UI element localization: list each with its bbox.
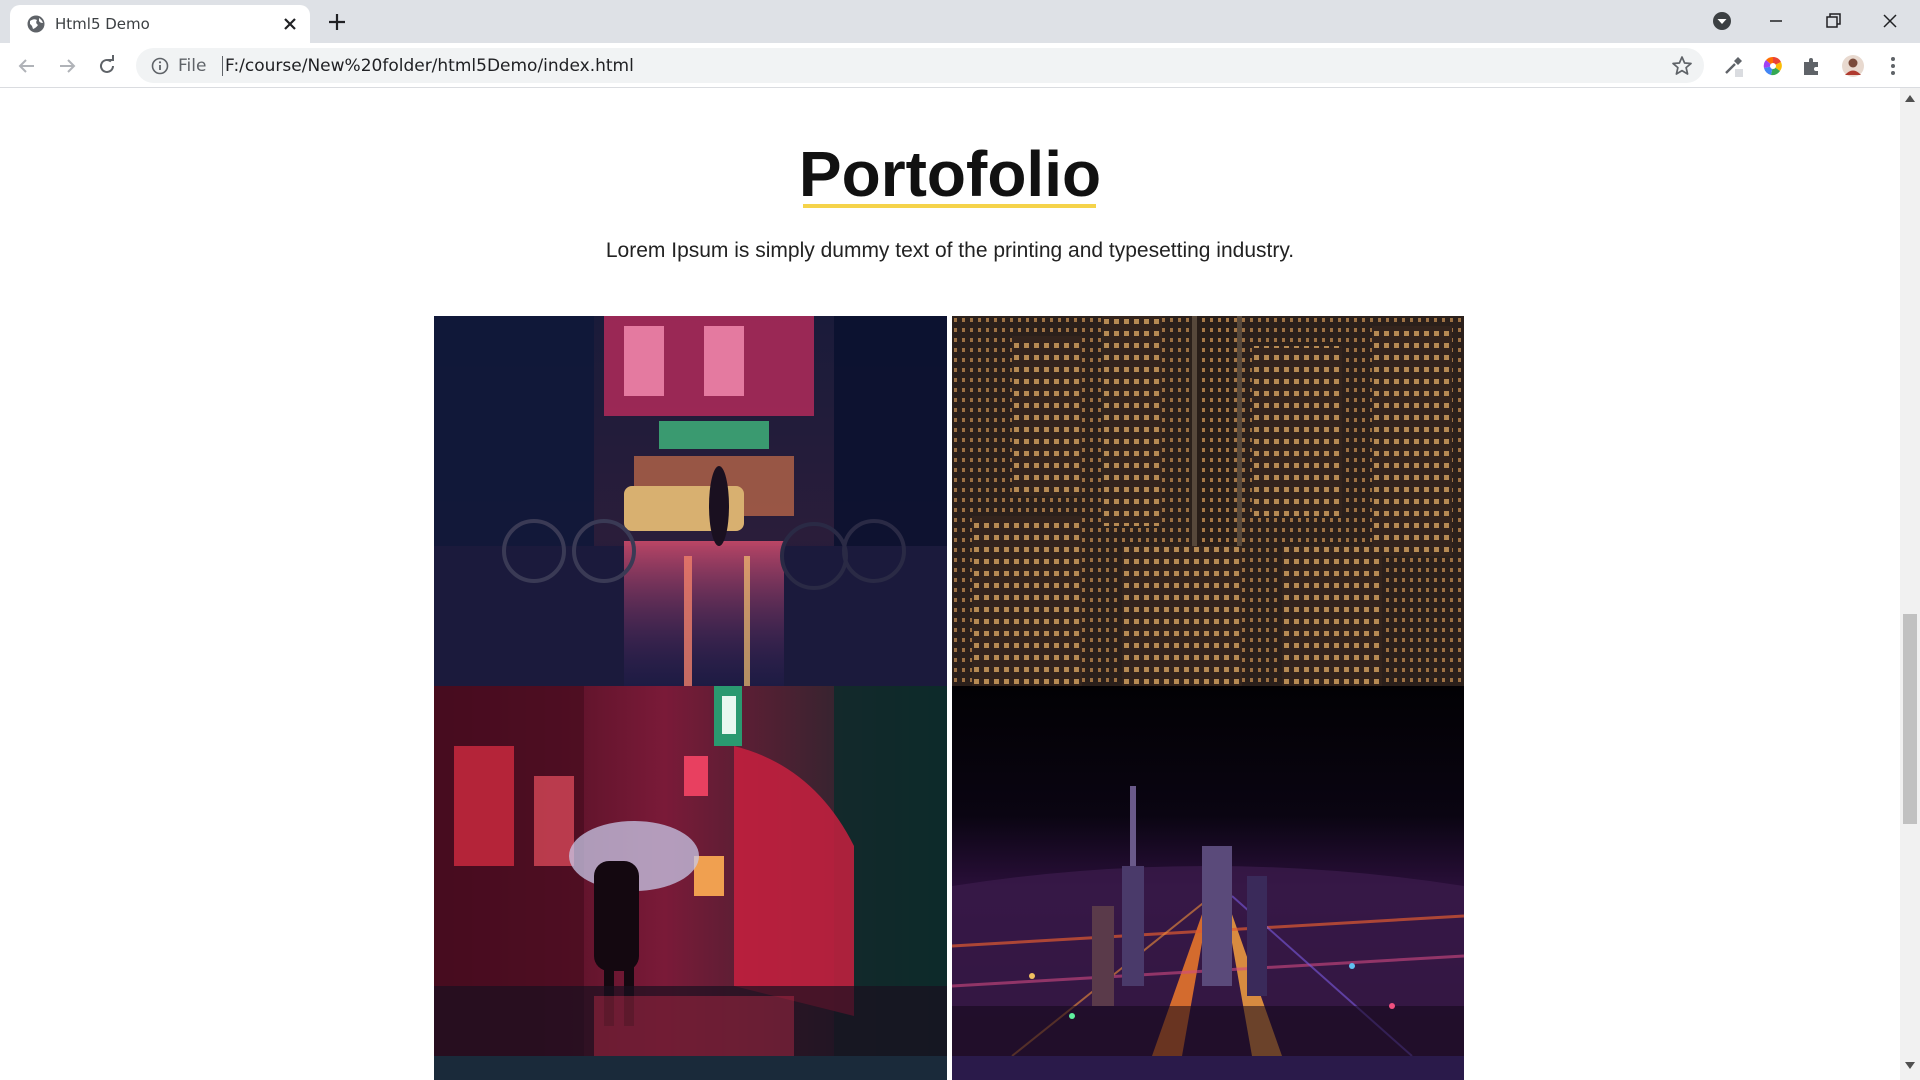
menu-kebab-icon[interactable]	[1880, 53, 1906, 79]
heading-underline	[803, 204, 1096, 208]
eyedropper-extension-icon[interactable]	[1720, 53, 1746, 79]
color-wheel-extension-icon[interactable]	[1760, 53, 1786, 79]
forward-arrow-icon[interactable]	[54, 53, 80, 79]
bookmark-star-icon[interactable]	[1670, 54, 1694, 78]
page-subtitle: Lorem Ipsum is simply dummy text of the …	[605, 239, 1295, 262]
url-text[interactable]: F:/course/New%20folder/html5Demo/index.h…	[225, 56, 634, 76]
address-separator	[222, 56, 223, 76]
back-arrow-icon[interactable]	[14, 53, 40, 79]
page-viewport: Portofolio Lorem Ipsum is simply dummy t…	[0, 88, 1900, 1080]
restore-icon[interactable]	[1820, 8, 1846, 34]
new-tab-icon[interactable]	[325, 10, 349, 34]
minimize-icon[interactable]	[1763, 8, 1789, 34]
browser-tab[interactable]: Html5 Demo	[10, 5, 310, 43]
close-tab-icon[interactable]	[281, 15, 299, 33]
scroll-down-arrow-icon[interactable]	[1905, 1062, 1915, 1070]
info-icon[interactable]	[150, 56, 170, 76]
gallery-image-aerial-city[interactable]	[952, 686, 1464, 1056]
file-scheme-label: File	[178, 56, 207, 76]
gallery-image-skyscrapers[interactable]	[952, 316, 1464, 686]
scroll-up-arrow-icon[interactable]	[1905, 94, 1915, 102]
profile-avatar-icon[interactable]	[1840, 53, 1866, 79]
tab-strip: Html5 Demo	[0, 0, 1920, 43]
reload-icon[interactable]	[94, 53, 120, 79]
close-window-icon[interactable]	[1877, 8, 1903, 34]
extensions-puzzle-icon[interactable]	[1799, 53, 1825, 79]
tab-search-icon[interactable]	[1709, 8, 1735, 34]
vertical-scrollbar[interactable]	[1900, 88, 1920, 1080]
browser-toolbar: File F:/course/New%20folder/html5Demo/in…	[0, 43, 1920, 88]
address-bar[interactable]: File F:/course/New%20folder/html5Demo/in…	[136, 48, 1704, 83]
portfolio-gallery	[434, 316, 1464, 1080]
page-heading: Portofolio	[798, 138, 1102, 210]
gallery-image-neon-street[interactable]	[434, 316, 947, 686]
gallery-image-partial-left[interactable]	[434, 1056, 947, 1080]
globe-icon	[27, 15, 45, 33]
gallery-image-partial-right[interactable]	[952, 1056, 1464, 1080]
scrollbar-thumb[interactable]	[1903, 614, 1917, 824]
gallery-image-alley-umbrella[interactable]	[434, 686, 947, 1056]
tab-title: Html5 Demo	[55, 15, 150, 33]
